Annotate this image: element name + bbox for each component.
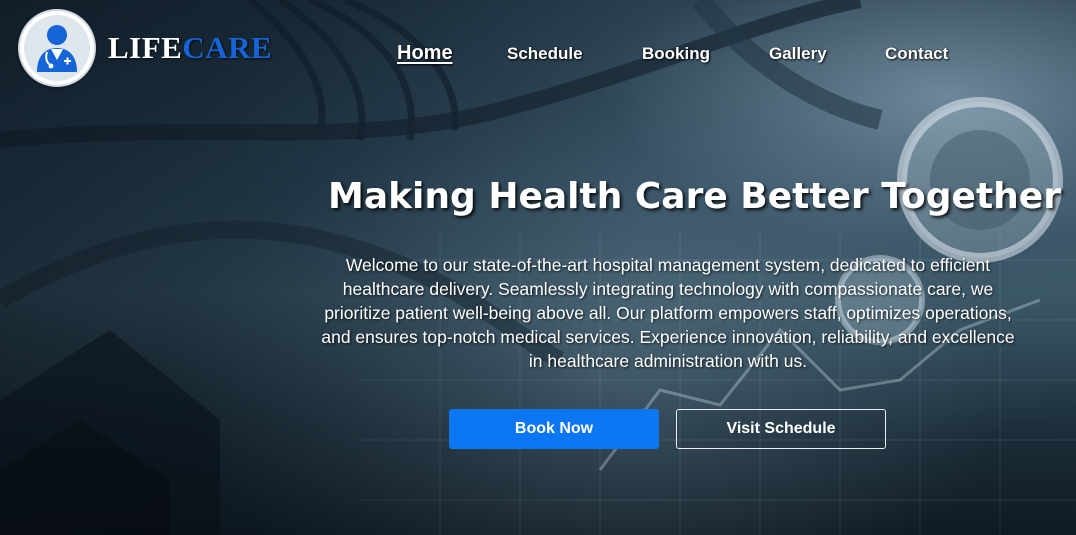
brand-name-part1: LIFE (108, 30, 183, 65)
hero-section: LIFECARE Home Schedule Booking Gallery C… (0, 0, 1076, 535)
hero-description: Welcome to our state-of-the-art hospital… (321, 255, 1015, 371)
nav-home[interactable]: Home (397, 42, 453, 65)
nav-contact[interactable]: Contact (885, 44, 948, 64)
brand-name-part2: CARE (182, 30, 273, 65)
nav-schedule[interactable]: Schedule (507, 44, 583, 64)
brand-name: LIFECARE (108, 30, 272, 66)
nav-gallery[interactable]: Gallery (769, 44, 827, 64)
nav-booking[interactable]: Booking (642, 44, 710, 64)
book-now-button[interactable]: Book Now (449, 409, 659, 449)
hero-title: Making Health Care Better Together (328, 176, 1061, 217)
visit-schedule-button[interactable]: Visit Schedule (676, 409, 886, 449)
logo-badge (18, 9, 96, 87)
logo[interactable]: LIFECARE (18, 9, 272, 87)
doctor-avatar-icon (24, 15, 90, 81)
